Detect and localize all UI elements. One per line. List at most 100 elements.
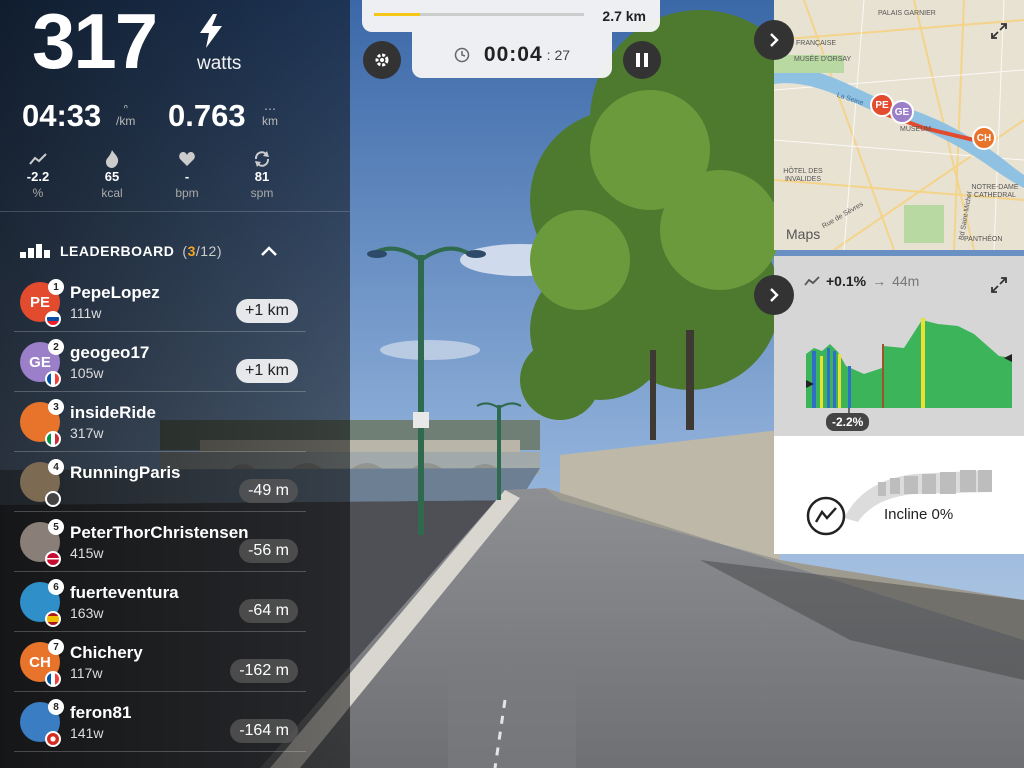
stat-value: -2.2 [26, 169, 50, 184]
runner-watts: 415w [70, 545, 104, 561]
settings-button[interactable] [363, 41, 401, 79]
stat-unit: % [32, 186, 44, 200]
clock-icon [454, 47, 470, 63]
route-progress-bar: 2.7 km [362, 0, 660, 32]
runner-name: RunningParis [70, 463, 181, 482]
runner-name: feron81 [70, 703, 132, 722]
elevation-collapse-button[interactable] [754, 275, 794, 315]
leaderboard-row[interactable]: 4 RunningParis -49 m [14, 452, 306, 512]
leaderboard-row[interactable]: GE 2 geogeo17 105w +1 km [14, 332, 306, 392]
leaderboard-total: /12 [195, 243, 217, 259]
map-collapse-button[interactable] [754, 20, 794, 60]
incline-label: Incline 0% [884, 506, 954, 523]
map-label: NOTRE-DAME CATHEDRAL [971, 184, 1019, 199]
avatar-initials: GE [29, 353, 51, 371]
incline-icon [8, 150, 68, 168]
flag-icon [45, 371, 61, 387]
incline-panel: Incline 0% [774, 436, 1024, 554]
leaderboard-header: LEADERBOARD (3/12) [20, 240, 222, 262]
timer-separator: : [546, 47, 551, 63]
leaderboard-row[interactable]: 3 insideRide 317w [14, 392, 306, 452]
flame-icon [82, 150, 142, 168]
pause-button[interactable] [623, 41, 661, 79]
stat-heart-rate: - bpm [157, 150, 217, 200]
chevron-up-icon[interactable] [258, 240, 280, 262]
gap-badge: +1 km [235, 359, 298, 383]
map-pin-ch[interactable]: CH [972, 126, 996, 150]
elevation-profile-chart [806, 318, 1012, 416]
runner-watts: 317w [70, 425, 104, 441]
gear-icon [375, 53, 389, 67]
map-label: FRANÇAISE [796, 40, 837, 47]
map-attribution: Maps [784, 226, 820, 242]
stat-unit: bpm [175, 186, 199, 200]
map-label: MUSEUM [900, 126, 932, 133]
map-attribution-label: Maps [786, 226, 821, 242]
gap-badge: -56 m [239, 539, 298, 563]
progress-fill [374, 13, 421, 16]
flag-icon [45, 671, 61, 687]
pace-unit-label: /km [116, 114, 136, 128]
chevron-right-icon [770, 33, 779, 47]
stat-incline: -2.2 % [8, 150, 68, 200]
runner-name: fuerteventura [70, 583, 179, 602]
pause-icon [636, 53, 648, 67]
stat-calories: 65 kcal [82, 150, 142, 200]
map-panel[interactable]: PALAIS GARNIER MUSÉE D'ORSAY MUSEUM HÔTE… [774, 0, 1024, 250]
timer-separator: : [509, 43, 518, 66]
progress-track [374, 13, 584, 16]
flag-icon [45, 311, 61, 327]
runner-watts: 111w [70, 305, 102, 321]
rank-badge: 5 [48, 519, 64, 535]
chevron-right-icon [770, 288, 779, 302]
stat-value: - [184, 169, 190, 184]
pace-value: 04:33 [22, 98, 102, 133]
leaderboard-title: LEADERBOARD [60, 243, 175, 259]
stat-unit: spm [250, 186, 274, 200]
map-label: PANTHÉON [964, 236, 1003, 243]
current-grade-badge: -2.2% [826, 413, 870, 431]
stat-cadence: 81 spm [232, 150, 292, 200]
runner-name: PepeLopez [70, 283, 160, 302]
stat-unit: kcal [101, 186, 123, 200]
rank-badge: 1 [48, 279, 64, 295]
runner-watts: 117w [70, 665, 103, 681]
map-label: PALAIS GARNIER [878, 10, 936, 17]
flag-icon [45, 611, 61, 627]
lightning-icon [200, 14, 222, 48]
distance-unit-label: km [262, 114, 278, 128]
rank-badge: 3 [48, 399, 64, 415]
avatar-initials: CH [29, 653, 51, 671]
gap-badge: -64 m [239, 599, 298, 623]
expand-icon [991, 23, 1007, 39]
map-expand-button[interactable] [984, 16, 1014, 46]
runner-watts: 105w [70, 365, 104, 381]
rank-badge: 8 [48, 699, 64, 715]
runner-name: Chichery [70, 643, 143, 662]
rank-badge: 4 [48, 459, 64, 475]
leaderboard-row[interactable]: 6 fuerteventura 163w -64 m [14, 572, 306, 632]
flag-icon [45, 731, 61, 747]
runner-watts: 141w [70, 725, 104, 741]
leaderboard-row[interactable]: PE 1 PepeLopez 111w +1 km [14, 272, 306, 332]
runner-name: PeterThorChristensen [70, 523, 249, 542]
timer-minutes: 04 [517, 43, 543, 66]
incline-gauge [806, 470, 992, 536]
rank-badge: 7 [48, 639, 64, 655]
leaderboard-position: 3 [187, 243, 196, 259]
rank-badge: 6 [48, 579, 64, 595]
leaderboard-list: PE 1 PepeLopez 111w +1 km GE 2 geogeo17 105w +1 k… [14, 272, 306, 752]
distance-value: 0.763 [168, 98, 246, 133]
metrics-panel: 317 watts 04:33 ᐢ /km 0.763 ⋯ km -2.2 % … [0, 0, 350, 768]
rank-badge: 2 [48, 339, 64, 355]
leaderboard-row[interactable]: 5 PeterThorChristensen 415w -56 m [14, 512, 306, 572]
leaderboard-row[interactable]: CH 7 Chichery 117w -162 m [14, 632, 306, 692]
elapsed-timer: 00 : 04 : 27 [412, 32, 612, 78]
cadence-icon [232, 150, 292, 168]
leaderboard-row[interactable]: 8 feron81 141w -164 m [14, 692, 306, 752]
runner-watts: 163w [70, 605, 104, 621]
flag-icon [45, 491, 61, 507]
map-pin-ge[interactable]: GE [890, 100, 914, 124]
flag-icon [45, 551, 61, 567]
distance-unit: ⋯ km [262, 103, 278, 127]
